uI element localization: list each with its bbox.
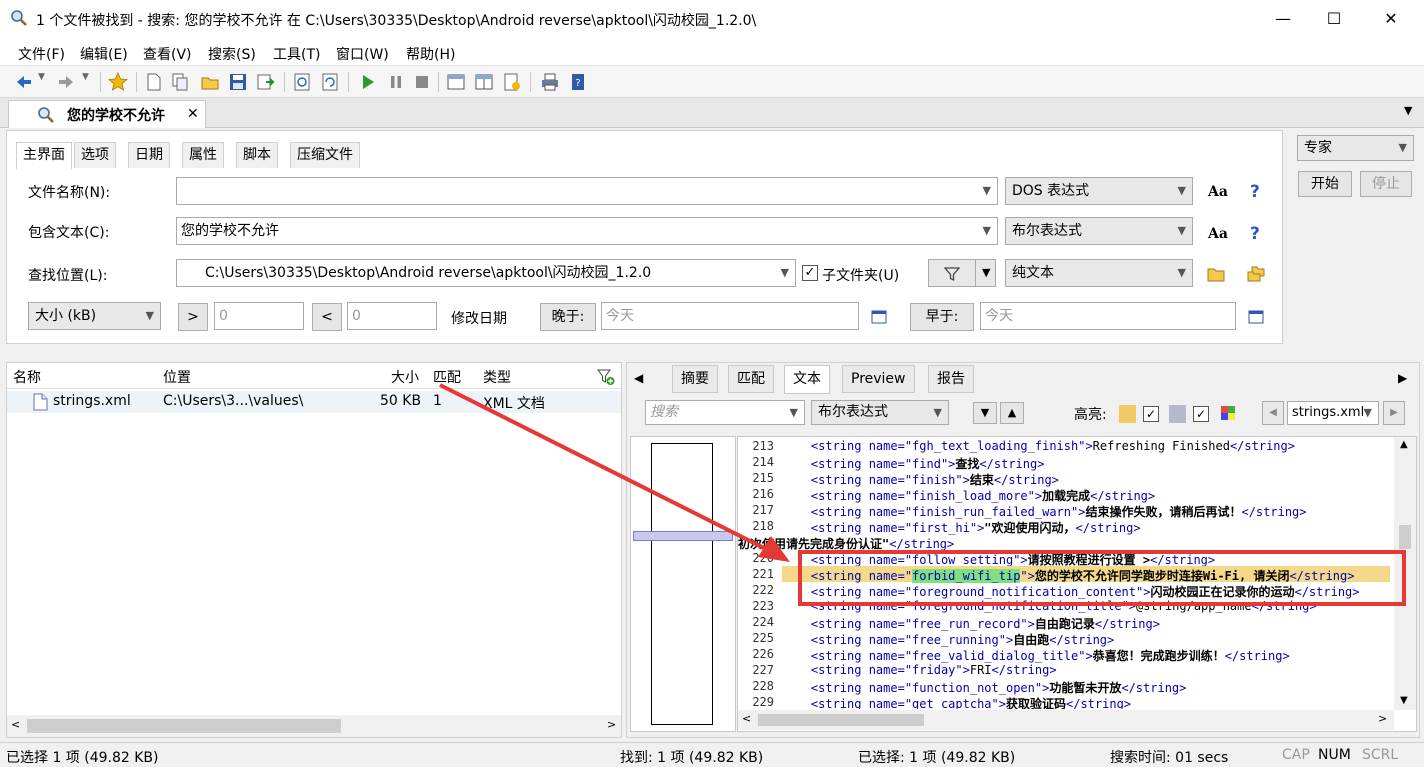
annotation-overlay xyxy=(439,383,1406,606)
status-num: NUM xyxy=(1318,747,1351,763)
status-scroll: SCRL xyxy=(1362,747,1399,763)
status-search-time: 搜索时间: 01 secs xyxy=(1110,750,1229,766)
annotation-arrow-line xyxy=(439,383,769,552)
status-selected: 已选择 1 项 (49.82 KB) xyxy=(6,750,159,766)
status-caps: CAP xyxy=(1282,747,1310,763)
status-selected-right: 已选择: 1 项 (49.82 KB) xyxy=(858,750,1016,766)
highlight-annotation-box xyxy=(798,550,1406,606)
status-bar: 已选择 1 项 (49.82 KB) 找到: 1 项 (49.82 KB) 已选… xyxy=(0,742,1424,767)
status-found: 找到: 1 项 (49.82 KB) xyxy=(620,750,764,766)
